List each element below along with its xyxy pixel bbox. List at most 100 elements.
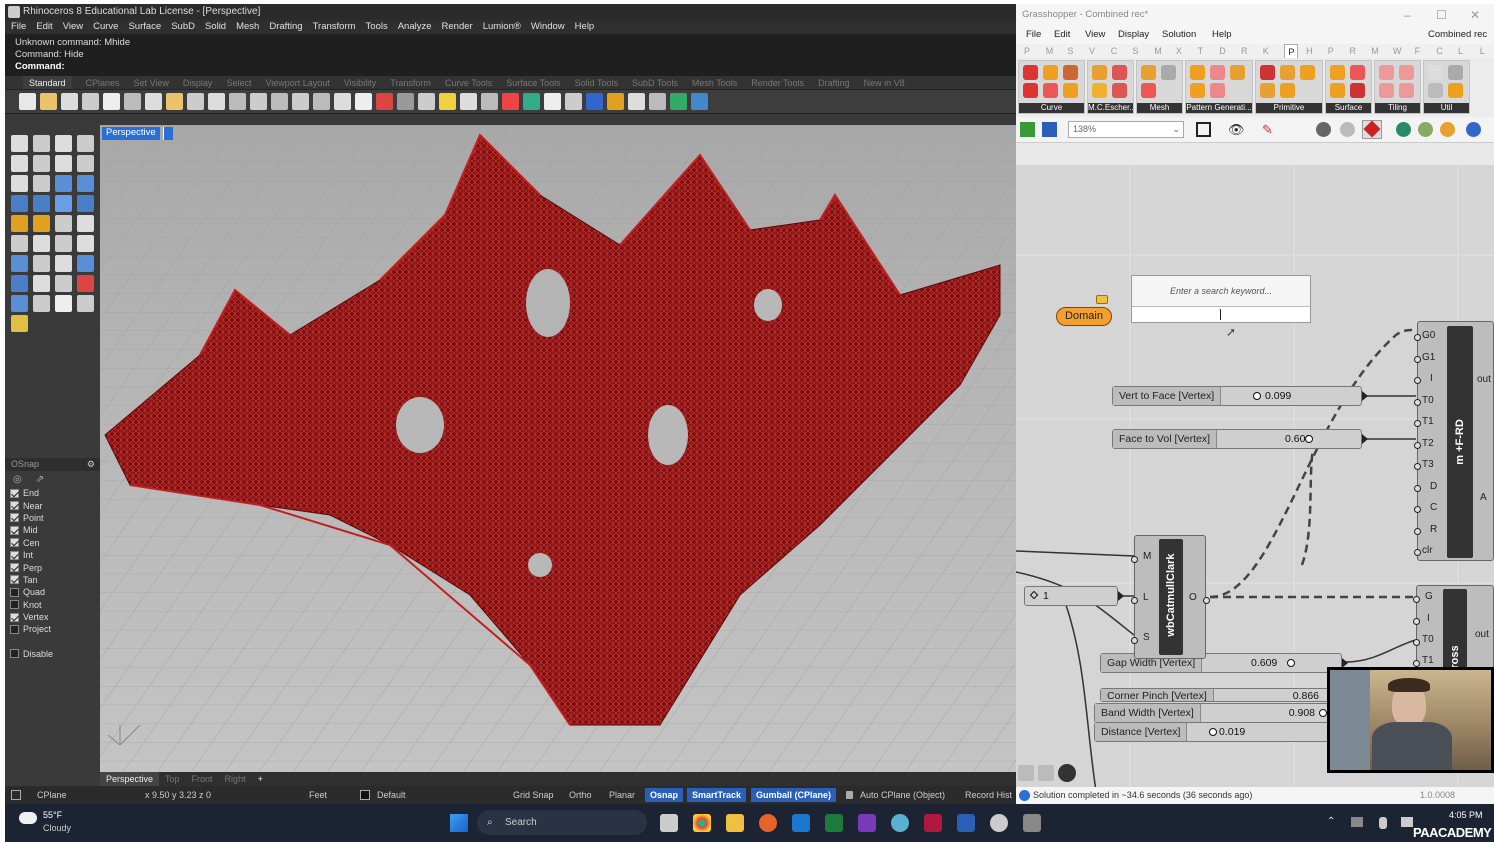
menu-analyze[interactable]: Analyze (398, 20, 432, 34)
record-history-toggle[interactable]: Record Hist (965, 786, 1012, 804)
gh-menu-edit[interactable]: Edit (1054, 26, 1070, 44)
osnap-item-near[interactable]: Near (5, 499, 100, 511)
mirror-icon[interactable] (77, 255, 94, 272)
curve-comp-icon[interactable] (1063, 65, 1078, 80)
osnap-item-vertex[interactable]: Vertex (5, 611, 100, 623)
input-port[interactable]: G1 (1422, 352, 1435, 363)
surface-comp-icon[interactable] (1350, 83, 1365, 98)
gh-tab-12[interactable]: P (1284, 44, 1299, 59)
viewport-title[interactable]: Perspective (102, 127, 160, 140)
gh-tab-13[interactable]: H (1306, 44, 1313, 58)
grid-snap-toggle[interactable]: Grid Snap (513, 786, 554, 804)
tray-cloud-icon[interactable] (1351, 817, 1363, 827)
tab-cplanes[interactable]: CPlanes (86, 76, 120, 89)
close-icon[interactable]: ✕ (1470, 4, 1480, 26)
input-port[interactable]: T2 (1422, 438, 1434, 449)
target-icon[interactable]: ◎ (13, 474, 22, 485)
tab-new-in-v8[interactable]: New in V8 (864, 76, 905, 89)
pattern-comp-icon[interactable] (1230, 65, 1245, 80)
pen-icon[interactable] (11, 295, 28, 312)
indesign-icon[interactable] (924, 814, 942, 832)
input-port-dot[interactable] (1414, 463, 1421, 470)
gh-tab-7[interactable]: X (1176, 44, 1182, 58)
arc-icon[interactable] (11, 175, 28, 192)
input-port[interactable]: T0 (1422, 634, 1434, 645)
preview-mode-icon[interactable] (1316, 122, 1331, 137)
grid-icon[interactable] (565, 93, 582, 110)
menu-view[interactable]: View (63, 20, 83, 34)
input-port-dot[interactable] (1413, 596, 1420, 603)
save-icon[interactable] (61, 93, 78, 110)
slider-knob[interactable] (1319, 709, 1327, 717)
cut-icon[interactable] (124, 93, 141, 110)
tab-render-tools[interactable]: Render Tools (751, 76, 804, 89)
vtab-front[interactable]: Front (186, 772, 219, 786)
pattern-comp-icon[interactable] (1210, 83, 1225, 98)
bulb-icon[interactable] (460, 93, 477, 110)
explode-icon[interactable] (11, 235, 28, 252)
curve-comp-icon[interactable] (1023, 65, 1038, 80)
tiling-comp-icon[interactable] (1399, 65, 1414, 80)
color-wheel-icon[interactable] (523, 93, 540, 110)
car-icon[interactable] (376, 93, 393, 110)
component-frd[interactable]: G0 G1 I T0 T1 T2 T3 D C Rclr m +F-RD out A (1414, 321, 1494, 561)
select-icon[interactable] (418, 93, 435, 110)
gh-menu-display[interactable]: Display (1118, 26, 1149, 44)
tiling-comp-icon[interactable] (1399, 83, 1414, 98)
vtab-top[interactable]: Top (159, 772, 186, 786)
ellipse-icon[interactable] (33, 155, 50, 172)
ribbon-group-surface[interactable]: Surface (1325, 60, 1372, 114)
file-explorer-icon[interactable] (726, 814, 744, 832)
component-catmullclark[interactable]: M L S wbCatmullClark O (1131, 535, 1210, 659)
tab-standard[interactable]: Standard (23, 76, 72, 89)
cluster-icon[interactable] (1038, 765, 1054, 781)
slider-face-to-vol[interactable]: Face to Vol [Vertex] 0.602 (1112, 429, 1368, 449)
undo-icon[interactable] (187, 93, 204, 110)
gh-tab-14[interactable]: P (1328, 44, 1334, 58)
tiling-comp-icon[interactable] (1379, 83, 1394, 98)
copy-icon[interactable] (145, 93, 162, 110)
plugin-icon[interactable] (649, 93, 666, 110)
osnap-item-knot[interactable]: Knot (5, 599, 100, 611)
curve-comp-icon[interactable] (1063, 83, 1078, 98)
osnap-item-mid[interactable]: Mid (5, 524, 100, 536)
tab-set-view[interactable]: Set View (134, 76, 169, 89)
gh-menu-file[interactable]: File (1026, 26, 1041, 44)
ribbon-group-curve[interactable]: Curve (1018, 60, 1085, 114)
curve-comp-icon[interactable] (1023, 83, 1038, 98)
navigate-icon[interactable] (1058, 764, 1076, 782)
sphere-icon[interactable] (586, 93, 603, 110)
osnap-item-tan[interactable]: Tan (5, 574, 100, 586)
word-icon[interactable] (957, 814, 975, 832)
light-icon[interactable] (439, 93, 456, 110)
menu-window[interactable]: Window (531, 20, 565, 34)
sketch-icon[interactable]: ✎ (1262, 122, 1277, 137)
mesh-icon[interactable] (77, 195, 94, 212)
input-port[interactable]: clr (1422, 545, 1433, 556)
gh-tab-9[interactable]: D (1219, 44, 1226, 58)
input-port[interactable]: G0 (1422, 330, 1435, 341)
mesh-comp-icon[interactable] (1141, 83, 1156, 98)
primitive-comp-icon[interactable] (1280, 83, 1295, 98)
array-icon[interactable] (55, 255, 72, 272)
slider-knob[interactable] (1305, 435, 1313, 443)
tab-surface-tools[interactable]: Surface Tools (506, 76, 560, 89)
input-port[interactable]: I (1430, 373, 1433, 384)
network-icon[interactable] (1401, 817, 1413, 827)
graph-icon[interactable] (1018, 765, 1034, 781)
gh-menu-solution[interactable]: Solution (1162, 26, 1196, 44)
input-port-dot[interactable] (1414, 398, 1421, 406)
undo-view-icon[interactable] (334, 93, 351, 110)
input-port-dot[interactable] (1414, 377, 1421, 384)
zoom-selected-icon[interactable] (313, 93, 330, 110)
onenote-icon[interactable] (858, 814, 876, 832)
gh-tab-17[interactable]: W (1393, 44, 1402, 58)
gh-menu-help[interactable]: Help (1212, 26, 1232, 44)
layer-label[interactable]: Default (377, 786, 406, 804)
paste-icon[interactable] (166, 93, 183, 110)
menu-transform[interactable]: Transform (313, 20, 356, 34)
menu-tools[interactable]: Tools (366, 20, 388, 34)
osnap-checkbox[interactable] (10, 550, 19, 560)
slider-corner-pinch[interactable]: Corner Pinch [Vertex] 0.866 (1100, 688, 1330, 702)
domain-param[interactable]: Domain (1056, 307, 1112, 326)
